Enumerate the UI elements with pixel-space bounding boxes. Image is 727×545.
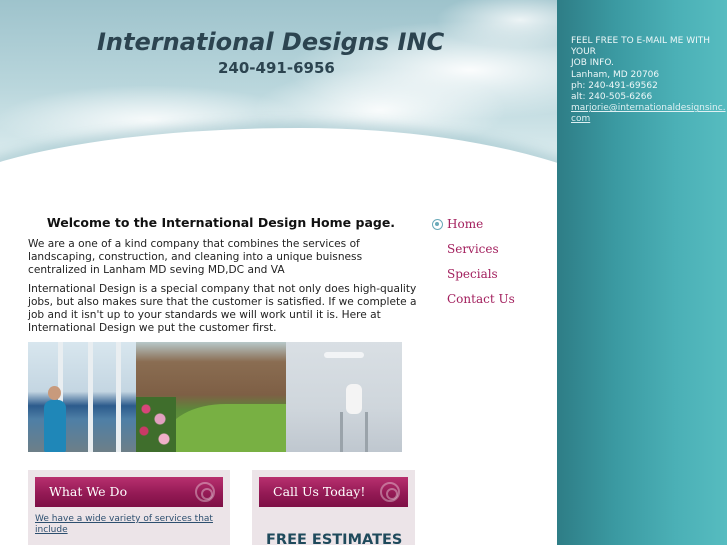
active-bullet-icon [432, 219, 443, 230]
site-phone: 240-491-6956 [218, 59, 335, 77]
email-link[interactable]: marjorie@internationaldesignsinc.com [571, 103, 727, 125]
site-title: International Designs INC [97, 28, 445, 56]
about-paragraph: International Design is a special compan… [28, 283, 417, 334]
painting-photo [286, 342, 402, 452]
what-we-do-header: What We Do [35, 477, 223, 507]
window-cleaning-photo [28, 342, 136, 452]
call-us-box: Call Us Today! FREE ESTIMATES [252, 470, 415, 545]
landscaping-photo [136, 342, 286, 452]
what-we-do-box: What We Do We have a wide variety of ser… [28, 470, 230, 545]
flower-icon [380, 482, 400, 502]
welcome-heading: Welcome to the International Design Home… [46, 215, 396, 230]
contact-address: Lanham, MD 20706 [571, 69, 660, 80]
contact-phone: ph: 240-491-69562 [571, 80, 658, 91]
free-estimates-text: FREE ESTIMATES [266, 532, 403, 545]
flower-icon [195, 482, 215, 502]
nav-item-home[interactable]: Home [447, 217, 483, 231]
call-us-header: Call Us Today! [259, 477, 408, 507]
contact-line-2: JOB INFO. [571, 58, 614, 69]
call-us-title: Call Us Today! [273, 484, 366, 499]
nav-item-specials[interactable]: Specials [447, 267, 498, 281]
contact-line-1: FEEL FREE TO E-MAIL ME WITH YOUR [571, 36, 711, 58]
services-link[interactable]: We have a wide variety of services that … [35, 514, 225, 536]
contact-alt-phone: alt: 240-505-6266 [571, 92, 653, 103]
what-we-do-title: What We Do [49, 484, 128, 499]
nav-item-contact-us[interactable]: Contact Us [447, 292, 515, 306]
photo-strip [28, 342, 402, 452]
contact-info: FEEL FREE TO E-MAIL ME WITH YOUR JOB INF… [571, 36, 727, 126]
nav-item-services[interactable]: Services [447, 242, 499, 256]
header-curve [0, 128, 557, 215]
intro-paragraph: We are a one of a kind company that comb… [28, 238, 363, 276]
